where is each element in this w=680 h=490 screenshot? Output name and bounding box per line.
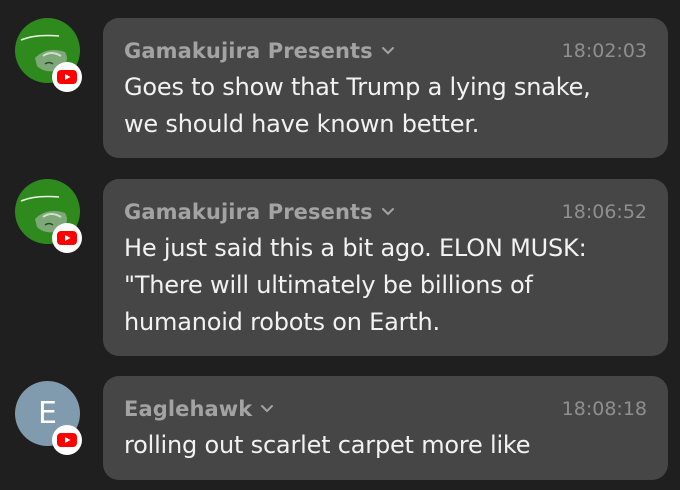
message-line: "There will ultimately be billions of xyxy=(124,271,533,299)
chat-message: E Eaglehawk 18:08:18 rolling out scarlet… xyxy=(0,376,680,480)
message-line: He just said this a bit ago. ELON MUSK: xyxy=(124,234,587,262)
chevron-down-icon[interactable] xyxy=(381,207,395,217)
author-name[interactable]: Gamakujira Presents xyxy=(124,39,373,63)
message-line: Goes to show that Trump a lying snake, xyxy=(124,73,591,101)
message-line: rolling out scarlet carpet more like xyxy=(124,431,531,459)
message-bubble: Gamakujira Presents 18:06:52 He just sai… xyxy=(103,179,668,356)
message-timestamp: 18:06:52 xyxy=(561,201,647,223)
message-bubble: Gamakujira Presents 18:02:03 Goes to sho… xyxy=(103,18,668,158)
message-bubble: Eaglehawk 18:08:18 rolling out scarlet c… xyxy=(103,376,668,480)
author-name[interactable]: Eaglehawk xyxy=(124,397,252,421)
chevron-down-icon[interactable] xyxy=(260,404,274,414)
message-line: we should have known better. xyxy=(124,110,480,138)
message-line: humanoid robots on Earth. xyxy=(124,308,440,336)
message-timestamp: 18:02:03 xyxy=(561,40,647,62)
youtube-badge xyxy=(52,62,82,92)
author-name[interactable]: Gamakujira Presents xyxy=(124,200,373,224)
message-timestamp: 18:08:18 xyxy=(561,398,647,420)
youtube-icon xyxy=(57,231,77,245)
youtube-badge xyxy=(52,425,82,455)
message-text: Goes to show that Trump a lying snake, w… xyxy=(124,69,647,143)
message-text: He just said this a bit ago. ELON MUSK: … xyxy=(124,230,647,341)
chat-feed: Gamakujira Presents 18:02:03 Goes to sho… xyxy=(0,0,680,490)
youtube-icon xyxy=(57,433,77,447)
chat-message: Gamakujira Presents 18:02:03 Goes to sho… xyxy=(0,18,680,158)
youtube-icon xyxy=(57,70,77,84)
youtube-badge xyxy=(52,223,82,253)
chat-message: Gamakujira Presents 18:06:52 He just sai… xyxy=(0,179,680,356)
chevron-down-icon[interactable] xyxy=(381,46,395,56)
message-text: rolling out scarlet carpet more like xyxy=(124,427,647,464)
